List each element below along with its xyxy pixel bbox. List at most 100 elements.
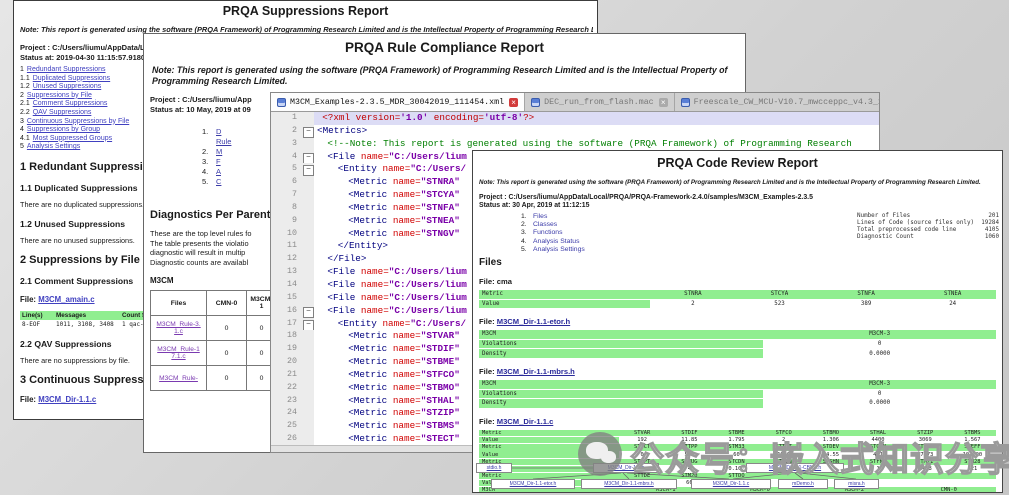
toc-link[interactable]: Suppressions by File xyxy=(27,92,92,99)
metric-value: 11.85 xyxy=(681,437,698,444)
toc-link[interactable]: C xyxy=(216,177,221,186)
line-number: 13 xyxy=(271,266,301,279)
toc-item: 3. Functions xyxy=(521,229,591,237)
toc-item: 5 Analysis Settings xyxy=(20,143,148,152)
review-toc: 1. Files 2. Classes 3. Functions 4. Analysis St… xyxy=(521,213,591,254)
toc-link[interactable]: Duplicated Suppressions xyxy=(33,75,110,82)
line-number: 23 xyxy=(271,394,301,408)
toc-link[interactable]: Redundant Suppressions xyxy=(27,66,106,73)
toc-link[interactable]: Analysis Status xyxy=(533,238,579,245)
toc-link[interactable]: Files xyxy=(533,213,547,220)
fold-marker-icon[interactable] xyxy=(301,304,314,318)
syntax-token: <Entity xyxy=(337,163,383,175)
toc-link[interactable]: Analysis Settings xyxy=(27,143,80,150)
syntax-token: <?xml version= xyxy=(322,112,401,123)
toc-link[interactable]: Unused Suppressions xyxy=(33,83,102,90)
editor-tab-bar: M3CM_Examples-2.3.5_MDR_30042019_111454.… xyxy=(271,93,879,112)
toc-item: 1.1 Duplicated Suppressions xyxy=(20,75,148,84)
metric-name: STDIF xyxy=(681,429,698,436)
metric-name: STSCT xyxy=(634,444,651,451)
file-link[interactable]: M3CM_Dir-1.1.h xyxy=(608,465,645,471)
toc-link[interactable]: Rule xyxy=(216,137,231,146)
col-header: Line(s) xyxy=(20,310,54,320)
fold-gutter xyxy=(301,214,314,228)
fold-gutter xyxy=(301,253,314,267)
toc-number: 4.1 xyxy=(20,134,30,142)
file-icon xyxy=(277,97,286,107)
file-link[interactable]: M3CM_Dir-1.1.c xyxy=(38,395,96,404)
fold-marker-icon[interactable] xyxy=(301,317,314,331)
violations-value: 0 xyxy=(877,341,882,348)
editor-tab[interactable]: M3CM_Examples-2.3.5_MDR_30042019_111454.… xyxy=(271,93,526,111)
editor-tab[interactable]: Freescale_CW_MCU-V10.7_mwcceppc_v4.3_x64… xyxy=(674,93,879,111)
close-tab-icon[interactable]: × xyxy=(509,97,519,107)
metric-name: STCYA xyxy=(770,291,789,298)
line-number: 19 xyxy=(271,343,301,357)
syntax-token: "STCYA" xyxy=(420,189,460,201)
syntax-token: "C:/Users/lium xyxy=(388,278,467,290)
toc-number: 1. xyxy=(521,213,527,220)
syntax-token: <File xyxy=(327,278,361,290)
fold-marker-icon[interactable] xyxy=(301,124,314,138)
file-link[interactable]: M3CM_Dir-1.1-CBNE.h xyxy=(769,465,821,471)
file-line: File: M3CM_Dir-1.1-mbrs.h xyxy=(479,367,996,376)
toc-link[interactable]: QAV Suppressions xyxy=(33,109,92,116)
syntax-token: <Metric xyxy=(348,176,393,188)
file-link[interactable]: M3CM_Dir-1.1-mbrs.h xyxy=(497,367,575,376)
metric-value: 2 xyxy=(691,300,695,307)
toc-item: 4 Suppressions by Group xyxy=(20,126,148,135)
file-link[interactable]: M3CM_Dir-1.1-etor.h xyxy=(510,481,557,487)
toc-link[interactable]: Comment Suppressions xyxy=(33,100,108,107)
row-label: Metric xyxy=(479,429,619,437)
diagram-file-box: M3CM_Dir-1.1.h xyxy=(593,463,659,473)
line-number: 1 xyxy=(271,112,301,125)
line-number: 16 xyxy=(271,304,301,318)
toc-link[interactable]: F xyxy=(216,157,221,166)
subsection-heading: 2.1 Comment Suppressions xyxy=(20,275,134,286)
line-number: 10 xyxy=(271,227,301,241)
file-link[interactable]: M3CM_Rule-3.1.c xyxy=(156,321,202,335)
metric-value: 24 xyxy=(949,300,957,307)
toc-link[interactable]: D xyxy=(216,127,221,136)
file-link[interactable]: M3CM_Dir-1.1-mbrs.h xyxy=(604,481,653,487)
toc-number: 1.1 xyxy=(20,74,30,82)
syntax-token: name= xyxy=(392,189,421,201)
fold-gutter xyxy=(301,433,314,445)
file-link[interactable]: M3CM_Rule- xyxy=(156,375,202,382)
table-row: M3CM_Rule- 0 0 xyxy=(150,365,277,392)
toc-link[interactable]: Continuous Suppressions by File xyxy=(27,118,129,125)
toc-link[interactable]: Suppressions by Group xyxy=(27,126,100,133)
toc-link[interactable]: A xyxy=(216,167,221,176)
toc-link[interactable]: Classes xyxy=(533,221,557,228)
file-link[interactable]: misra.h xyxy=(848,481,864,487)
toc-link[interactable]: Most Suppressed Groups xyxy=(33,135,112,142)
syntax-token: name= xyxy=(360,266,389,278)
density-value: 0.0000 xyxy=(869,400,891,407)
syntax-token: name= xyxy=(360,291,389,303)
fold-marker-icon[interactable] xyxy=(301,163,314,177)
fold-marker-icon[interactable] xyxy=(301,150,314,164)
metric-value: 389 xyxy=(860,300,872,307)
toc-link[interactable]: Analysis Settings xyxy=(533,246,585,253)
group-name: M3CM-3 xyxy=(869,381,891,388)
file-link[interactable]: mDemo.h xyxy=(792,481,814,487)
close-tab-icon[interactable]: × xyxy=(658,97,668,107)
toc-link[interactable]: Functions xyxy=(533,229,562,236)
syntax-token: <Metric xyxy=(348,343,393,355)
file-link[interactable]: stdio.h xyxy=(487,465,502,471)
file-link[interactable]: M3CM_amain.c xyxy=(38,295,94,304)
file-link[interactable]: M3CM_Dir-1.1.c xyxy=(713,481,749,487)
fold-gutter xyxy=(301,407,314,421)
file-link[interactable]: M3CM_Dir-1.1-etor.h xyxy=(497,317,570,326)
syntax-token: 'utf-8' xyxy=(484,112,524,123)
project-path: Project : C:/Users/liumu/AppData/Lo xyxy=(20,43,148,52)
editor-tab[interactable]: DEC_run_from_flash.mac × xyxy=(525,93,675,111)
tab-label: M3CM_Examples-2.3.5_MDR_30042019_111454.… xyxy=(290,97,505,107)
toc-link[interactable]: M xyxy=(216,147,222,156)
toc-item: 5. Analysis Settings xyxy=(521,246,591,254)
syntax-token: <Metric xyxy=(348,189,393,201)
violations-row: Violations 0 xyxy=(479,389,996,399)
file-link[interactable]: M3CM_Rule-17.1.c xyxy=(156,346,202,360)
file-label: File: xyxy=(479,317,495,327)
file-link[interactable]: M3CM_Dir-1.1.c xyxy=(497,417,554,426)
